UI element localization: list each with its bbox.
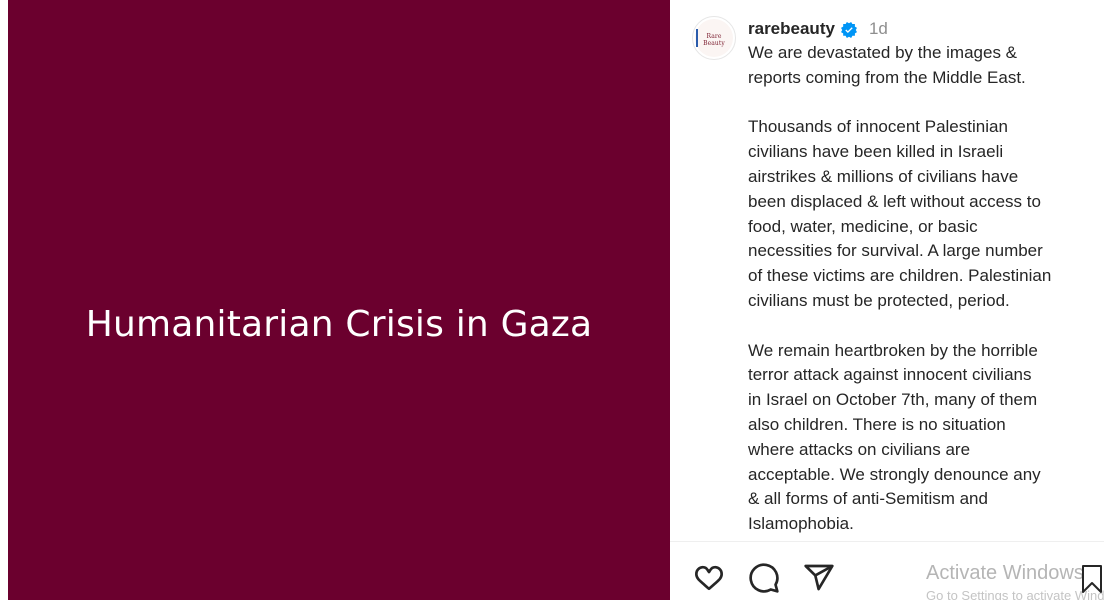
caption-line: necessities for survival. A large number: [748, 241, 1043, 261]
post-caption: rarebeauty 1d We are devastated by the i…: [748, 17, 1098, 537]
actions-divider: [670, 541, 1104, 542]
comment-icon[interactable]: [748, 562, 780, 594]
avatar-logo-text: Rare Beauty: [703, 33, 725, 47]
caption-paragraph-2: Thousands of innocent Palestinian civili…: [748, 115, 1098, 313]
caption-line: in Israel on October 7th, many of them: [748, 390, 1038, 410]
caption-line: been displaced & left without access to: [748, 191, 1041, 211]
post-image[interactable]: Humanitarian Crisis in Gaza: [8, 0, 670, 600]
caption-line: Thousands of innocent Palestinian: [748, 117, 1008, 137]
avatar-logo-circle: Rare Beauty: [695, 19, 733, 57]
caption-line: of these victims are children. Palestini…: [748, 266, 1052, 286]
activate-windows-subtitle: Go to Settings to activate Windows.: [926, 588, 1104, 600]
send-icon[interactable]: [803, 562, 835, 594]
caption-line: Islamophobia.: [748, 514, 854, 534]
caption-line: also children. There is no situation: [748, 414, 1006, 434]
window-edge: [0, 0, 8, 600]
caption-line: civilians must be protected, period.: [748, 290, 1010, 310]
caption-line: civilians have been killed in Israeli: [748, 142, 1004, 162]
author-username[interactable]: rarebeauty: [748, 19, 835, 39]
caption-line: where attacks on civilians are: [748, 439, 971, 459]
post-image-title: Humanitarian Crisis in Gaza: [85, 304, 593, 345]
caption-line: We are devastated by the images &: [748, 43, 1018, 62]
activate-windows-title: Activate Windows: [926, 562, 1084, 584]
heart-icon[interactable]: [693, 562, 725, 594]
caption-line: food, water, medicine, or basic: [748, 216, 978, 236]
caption-line: reports coming from the Middle East.: [748, 67, 1026, 87]
caption-line: We remain heartbroken by the horrible: [748, 340, 1038, 360]
caption-header: rarebeauty 1d: [748, 17, 1098, 41]
caption-paragraph-3: We remain heartbroken by the horrible te…: [748, 339, 1098, 537]
author-avatar[interactable]: Rare Beauty: [692, 16, 736, 60]
caption-line: acceptable. We strongly denounce any: [748, 464, 1041, 484]
caption-paragraph-1: We are devastated by the images & report…: [748, 41, 1098, 91]
post-timestamp[interactable]: 1d: [869, 19, 888, 39]
bookmark-icon[interactable]: [1080, 564, 1104, 594]
caption-line: terror attack against innocent civilians: [748, 365, 1032, 385]
verified-badge-icon: [840, 21, 857, 38]
caption-line: & all forms of anti-Semitism and: [748, 489, 988, 509]
caption-line: airstrikes & millions of civilians have: [748, 166, 1019, 186]
